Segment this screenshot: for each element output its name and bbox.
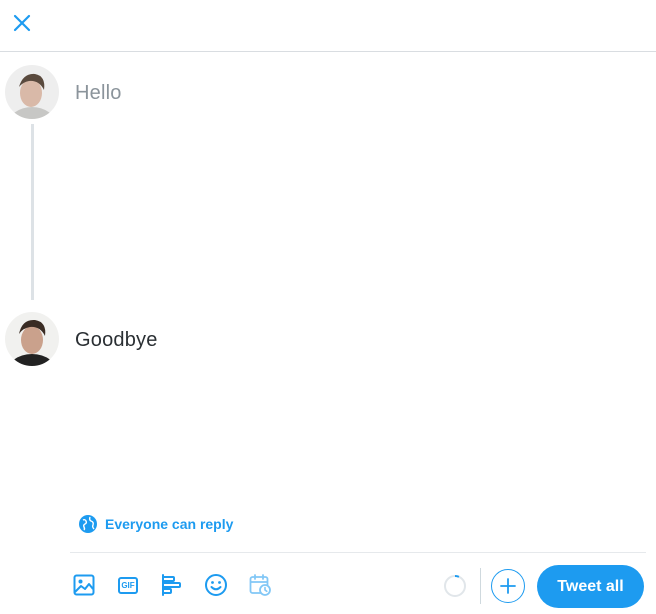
plus-icon [500, 578, 516, 594]
tweet-input-1[interactable]: Hello [75, 82, 122, 105]
close-button[interactable] [6, 7, 38, 39]
gif-icon: GIF [118, 576, 138, 594]
thread-connector-line [31, 124, 34, 300]
emoji-button[interactable] [203, 572, 229, 598]
schedule-icon [249, 574, 271, 596]
emoji-icon [205, 574, 227, 596]
gif-button[interactable]: GIF [115, 572, 141, 598]
schedule-button[interactable] [247, 572, 273, 598]
poll-icon [162, 574, 181, 596]
tweet-input-2[interactable]: Goodbye [75, 329, 158, 352]
avatar[interactable] [5, 65, 59, 119]
tweet-all-button[interactable]: Tweet all [537, 565, 644, 608]
reply-setting-label: Everyone can reply [105, 516, 234, 532]
globe-icon [79, 515, 97, 533]
compose-header [0, 0, 656, 52]
media-button[interactable] [71, 572, 97, 598]
character-count-ring [443, 574, 467, 598]
reply-setting-button[interactable]: Everyone can reply [78, 512, 233, 536]
close-icon [13, 14, 31, 32]
poll-button[interactable] [159, 572, 185, 598]
avatar[interactable] [5, 312, 59, 366]
toolbar-separator [480, 568, 481, 604]
toolbar-divider [70, 552, 646, 553]
image-icon [73, 574, 95, 596]
add-tweet-button[interactable] [491, 569, 525, 603]
